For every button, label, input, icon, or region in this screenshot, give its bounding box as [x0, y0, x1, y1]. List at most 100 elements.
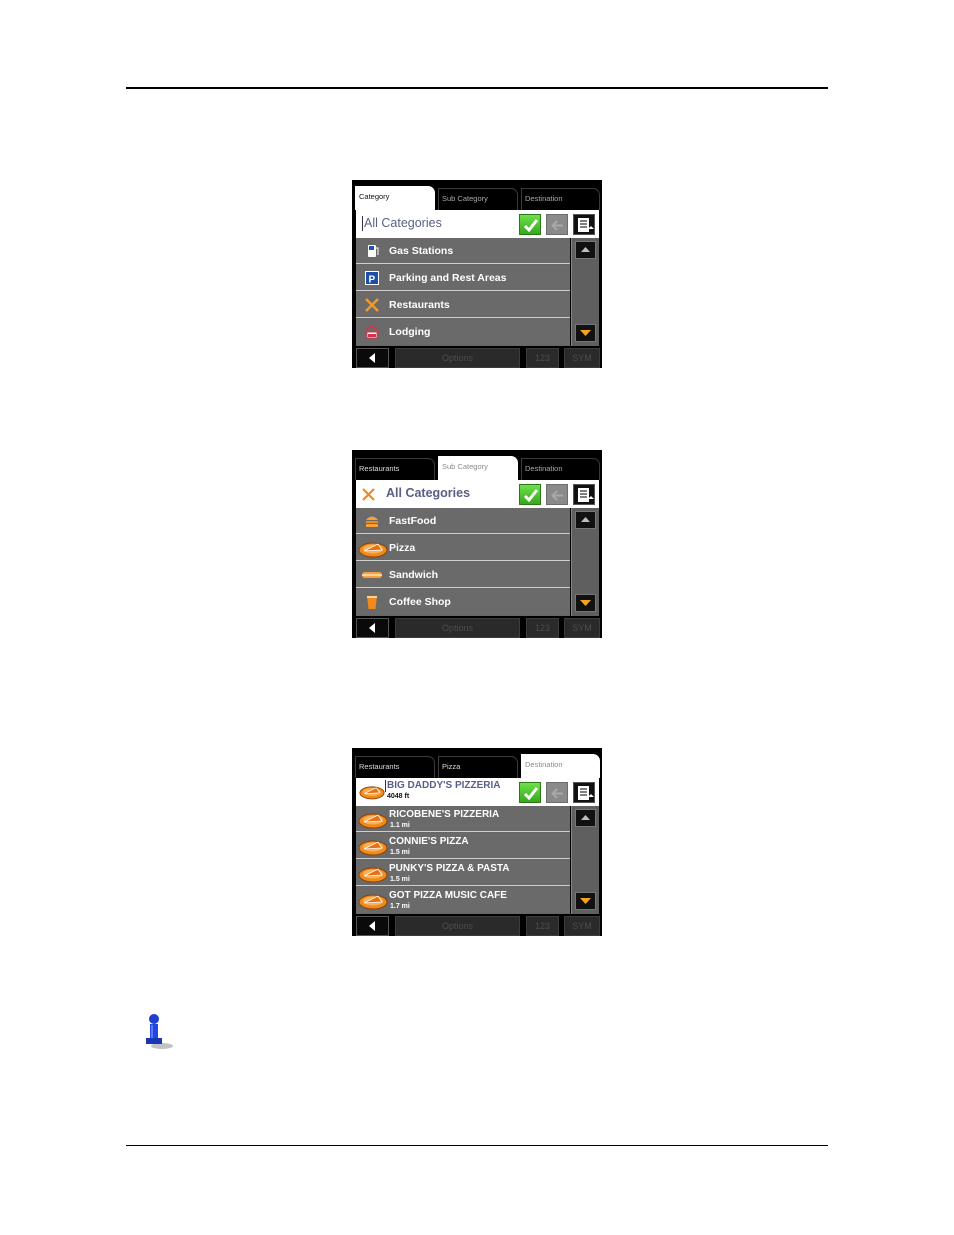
scroll-down-button[interactable] [575, 892, 596, 910]
gas-pump-icon [368, 245, 379, 257]
pizza-icon [358, 540, 388, 558]
backspace-button[interactable] [546, 484, 568, 505]
list-item[interactable]: Restaurants [356, 292, 570, 318]
symbols-button[interactable]: SYM [564, 916, 600, 936]
parking-icon: P [365, 271, 379, 286]
confirm-button[interactable] [519, 782, 541, 803]
options-button[interactable]: Options [395, 618, 520, 638]
tab-bar: Category Sub Category Destination [355, 186, 600, 210]
keyboard-toggle-button[interactable] [573, 782, 595, 803]
screen-destination: Restaurants Pizza Destination BIG DADDY'… [352, 748, 602, 936]
header-rule [126, 87, 828, 89]
tab-category[interactable]: Category [355, 186, 435, 210]
options-button[interactable]: Options [395, 348, 520, 368]
tab-sub-category[interactable]: Sub Category [438, 188, 518, 210]
scrollbar[interactable] [571, 238, 599, 346]
list-item[interactable]: Gas Stations [356, 238, 570, 264]
triangle-down-icon [580, 330, 591, 336]
options-button[interactable]: Options [395, 916, 520, 936]
confirm-button[interactable] [519, 214, 541, 235]
bottom-toolbar: Options 123 SYM [356, 916, 600, 936]
scrollbar[interactable] [571, 508, 599, 616]
bed-icon [364, 324, 380, 339]
tab-sub-category[interactable]: Sub Category [438, 456, 518, 480]
burger-icon [366, 516, 378, 527]
tab-restaurants[interactable]: Restaurants [355, 458, 435, 480]
list-item[interactable]: PUNKY'S PIZZA & PASTA 1.5 mi [356, 860, 570, 886]
keyboard-toggle-button[interactable] [573, 214, 595, 235]
numbers-button[interactable]: 123 [526, 348, 559, 368]
sub-category-list: FastFood Pizza Sandwich Coffee Shop [356, 508, 570, 616]
footer-rule [126, 1145, 828, 1146]
fork-knife-icon [362, 488, 375, 501]
back-button[interactable] [356, 618, 389, 638]
search-input[interactable]: BIG DADDY'S PIZZERIA [385, 780, 501, 792]
symbols-button[interactable]: SYM [564, 348, 600, 368]
triangle-up-icon [581, 815, 590, 820]
triangle-up-icon [581, 247, 590, 252]
tab-pizza[interactable]: Pizza [438, 756, 518, 778]
list-item[interactable]: Lodging [356, 319, 570, 345]
checkmark-icon [523, 489, 539, 503]
bottom-toolbar: Options 123 SYM [356, 618, 600, 638]
search-bar: BIG DADDY'S PIZZERIA 4048 ft [356, 778, 599, 806]
back-button[interactable] [356, 348, 389, 368]
tab-destination[interactable]: Destination [521, 188, 600, 210]
bottom-toolbar: Options 123 SYM [356, 348, 600, 368]
arrow-left-icon [551, 788, 563, 799]
list-item[interactable]: CONNIE'S PIZZA 1.5 mi [356, 833, 570, 859]
scroll-up-button[interactable] [575, 809, 596, 827]
confirm-button[interactable] [519, 484, 541, 505]
symbols-button[interactable]: SYM [564, 618, 600, 638]
svg-text:P: P [369, 275, 376, 286]
numbers-button[interactable]: 123 [526, 618, 559, 638]
search-input[interactable]: All Categories [385, 486, 470, 501]
scroll-down-button[interactable] [575, 594, 596, 612]
list-item[interactable]: P Parking and Rest Areas [356, 265, 570, 291]
pizza-icon [358, 892, 388, 910]
list-item[interactable]: RICOBENE'S PIZZERIA 1.1 mi [356, 806, 570, 832]
list-item[interactable]: GOT PIZZA MUSIC CAFE 1.7 mi [356, 887, 570, 913]
backspace-button[interactable] [546, 782, 568, 803]
keyboard-toggle-button[interactable] [573, 484, 595, 505]
numbers-button[interactable]: 123 [526, 916, 559, 936]
pizza-icon [359, 783, 385, 801]
screen-sub-category: Restaurants Sub Category Destination All… [352, 450, 602, 638]
tab-bar: Restaurants Sub Category Destination [355, 456, 600, 480]
screen-category: Category Sub Category Destination All Ca… [352, 180, 602, 368]
coffee-cup-icon [367, 596, 377, 609]
sandwich-icon [362, 572, 382, 578]
info-figure-icon [146, 1014, 173, 1049]
tab-destination[interactable]: Destination [521, 458, 600, 480]
triangle-down-icon [580, 600, 591, 606]
tab-destination[interactable]: Destination [521, 754, 600, 778]
backspace-button[interactable] [546, 214, 568, 235]
scrollbar[interactable] [571, 806, 599, 914]
pizza-icon [358, 865, 388, 883]
back-arrow-icon [369, 921, 375, 931]
fork-knife-icon [365, 298, 379, 312]
checkmark-icon [523, 787, 539, 801]
list-keyboard-icon [578, 218, 594, 232]
back-button[interactable] [356, 916, 389, 936]
back-arrow-icon [369, 623, 375, 633]
scroll-up-button[interactable] [575, 511, 596, 529]
tab-restaurants[interactable]: Restaurants [355, 756, 435, 778]
search-bar: All Categories [356, 480, 599, 508]
triangle-down-icon [580, 898, 591, 904]
list-item[interactable]: Coffee Shop [356, 589, 570, 615]
list-keyboard-icon [578, 786, 594, 800]
tab-bar: Restaurants Pizza Destination [355, 754, 600, 778]
search-input[interactable]: All Categories [362, 216, 442, 231]
pizza-icon [358, 838, 388, 856]
checkmark-icon [523, 219, 539, 233]
pizza-icon [358, 811, 388, 829]
scroll-up-button[interactable] [575, 241, 596, 259]
list-item[interactable]: Pizza [356, 535, 570, 561]
arrow-left-icon [551, 220, 563, 231]
destination-list: RICOBENE'S PIZZERIA 1.1 mi CONNIE'S PIZZ… [356, 806, 570, 914]
back-arrow-icon [369, 353, 375, 363]
scroll-down-button[interactable] [575, 324, 596, 342]
list-item[interactable]: FastFood [356, 508, 570, 534]
list-item[interactable]: Sandwich [356, 562, 570, 588]
